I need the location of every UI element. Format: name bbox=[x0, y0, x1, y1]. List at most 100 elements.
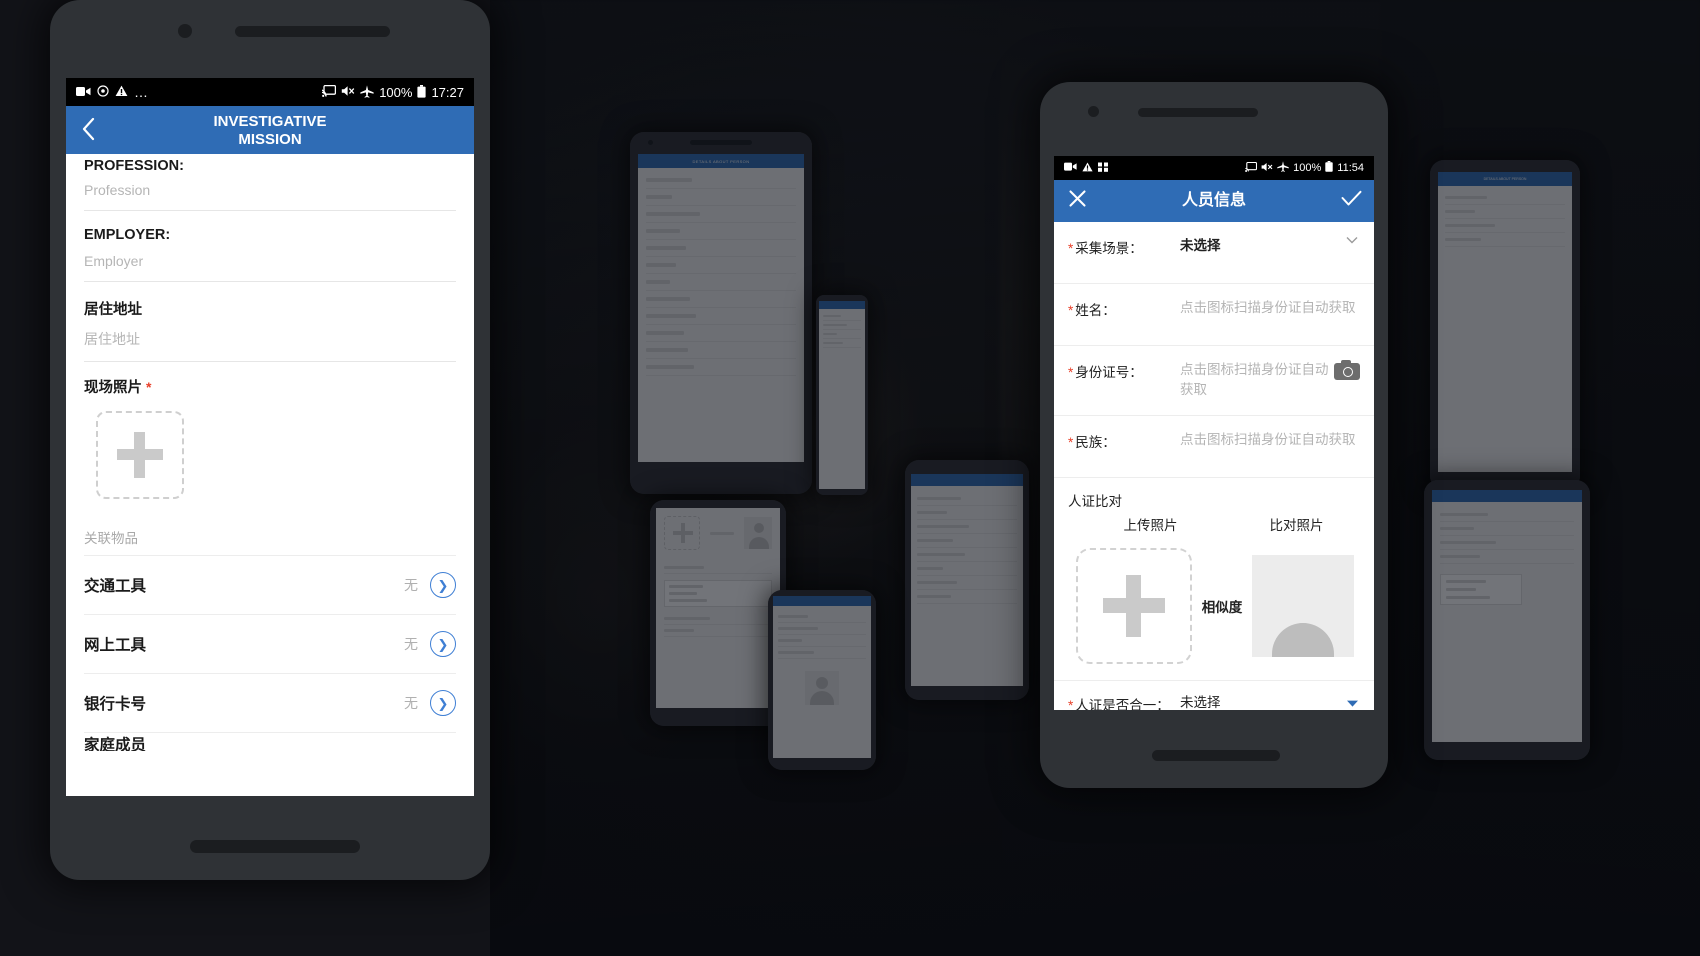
cast-icon bbox=[319, 84, 337, 99]
identity-match-value[interactable]: 未选择 bbox=[1180, 693, 1346, 710]
page-title: 人员信息 bbox=[1181, 191, 1246, 209]
chevron-down-icon[interactable] bbox=[1346, 236, 1360, 244]
field-ethnicity[interactable]: * 民族： 点击图标扫描身份证自动获取 bbox=[1054, 416, 1374, 478]
profession-input[interactable]: Profession bbox=[84, 174, 456, 211]
battery-percent-right: 100% bbox=[1293, 162, 1322, 174]
chevron-down-icon[interactable] bbox=[1346, 699, 1360, 708]
battery-percent-left: 100% bbox=[379, 84, 413, 100]
field-name[interactable]: * 姓名： 点击图标扫描身份证自动获取 bbox=[1054, 284, 1374, 346]
residence-address-input[interactable]: 居住地址 bbox=[84, 321, 456, 362]
collection-scene-label: * 采集场景： bbox=[1068, 241, 1143, 256]
chevron-right-circle-icon[interactable]: ❯ bbox=[430, 631, 456, 657]
back-button[interactable] bbox=[66, 117, 112, 145]
site-photo-section-label: 现场照片 * bbox=[84, 362, 456, 407]
name-label: * 姓名： bbox=[1068, 303, 1116, 318]
person-id-comparison-section: 人证比对 上传照片 比对照片 相似度 bbox=[1054, 478, 1374, 668]
left-status-bar: … 100% 17:27 bbox=[66, 78, 474, 106]
list-item-value: 无 bbox=[404, 695, 418, 711]
profession-label: PROFESSION: bbox=[84, 158, 184, 174]
clock-left: 17:27 bbox=[431, 84, 464, 100]
left-phone-screen: … 100% 17:27 INVESTIGATIVE MISSION PROFE… bbox=[66, 78, 474, 796]
phone-left-investigative-mission: … 100% 17:27 INVESTIGATIVE MISSION PROFE… bbox=[50, 0, 490, 880]
required-asterisk: * bbox=[146, 379, 152, 395]
ethnicity-input[interactable]: 点击图标扫描身份证自动获取 bbox=[1180, 430, 1360, 450]
right-form: * 采集场景： 未选择 * 姓名： 点击图标扫描身份证自动获取 * 身份证号： 点击图… bbox=[1054, 222, 1374, 710]
field-id-number[interactable]: * 身份证号： 点击图标扫描身份证自动获取 bbox=[1054, 346, 1374, 416]
name-input[interactable]: 点击图标扫描身份证自动获取 bbox=[1180, 298, 1360, 318]
page-title-line2: MISSION bbox=[238, 131, 302, 148]
warning-icon bbox=[115, 85, 128, 99]
page-title-line1: INVESTIGATIVE bbox=[213, 113, 327, 131]
list-item-online-tools[interactable]: 网上工具 无 ❯ bbox=[84, 615, 456, 674]
field-identity-match[interactable]: * 人证是否合一： 未选择 bbox=[1054, 679, 1374, 711]
similarity-label: 相似度 bbox=[1201, 599, 1243, 615]
airplane-icon bbox=[1277, 161, 1289, 175]
right-status-bar: 100% 11:54 bbox=[1054, 156, 1374, 180]
list-item-label: 银行卡号 bbox=[84, 696, 147, 713]
comparison-title: 人证比对 bbox=[1068, 493, 1122, 509]
mini-phone-photo-form bbox=[650, 500, 786, 726]
identity-match-label: * 人证是否合一： bbox=[1068, 693, 1180, 711]
mini-phone-list bbox=[816, 295, 868, 495]
upload-photo-header: 上传照片 bbox=[1123, 517, 1178, 533]
list-item-label: 网上工具 bbox=[84, 637, 147, 654]
warning-icon bbox=[1082, 162, 1093, 175]
ethnicity-label: * 民族： bbox=[1068, 434, 1116, 450]
field-collection-scene[interactable]: * 采集场景： 未选择 bbox=[1054, 222, 1374, 284]
list-item-family-members-partial[interactable]: 家庭成员 bbox=[84, 733, 456, 751]
chevron-right-circle-icon[interactable]: ❯ bbox=[430, 572, 456, 598]
battery-icon bbox=[1325, 161, 1333, 175]
chevron-left-icon bbox=[82, 117, 96, 145]
right-app-bar: 人员信息 bbox=[1054, 180, 1374, 222]
more-icon: … bbox=[134, 84, 149, 100]
field-profession-label-clipped: PROFESSION: bbox=[84, 154, 456, 174]
list-item-label: 交通工具 bbox=[84, 578, 147, 595]
residence-address-label: 居住地址 bbox=[84, 302, 142, 318]
collection-scene-value[interactable]: 未选择 bbox=[1180, 236, 1346, 256]
person-avatar-icon bbox=[1252, 555, 1354, 657]
mini-phone-details-about-person: DETAILS ABOUT PERSON bbox=[630, 132, 812, 494]
list-item-value: 无 bbox=[404, 636, 418, 652]
camera-icon[interactable] bbox=[1334, 360, 1360, 380]
left-app-bar: INVESTIGATIVE MISSION bbox=[66, 106, 474, 154]
id-number-input[interactable]: 点击图标扫描身份证自动获取 bbox=[1180, 360, 1330, 401]
page-title: INVESTIGATIVE MISSION bbox=[112, 113, 428, 148]
mini-phone-edge-right bbox=[1424, 480, 1590, 760]
compare-photo-thumbnail[interactable] bbox=[1252, 554, 1354, 657]
chevron-right-circle-icon[interactable]: ❯ bbox=[430, 690, 456, 716]
close-button[interactable] bbox=[1054, 189, 1100, 213]
upload-photo-button[interactable] bbox=[1076, 547, 1192, 664]
compare-photo-header: 比对照片 bbox=[1269, 517, 1324, 533]
required-asterisk: * bbox=[1068, 365, 1074, 380]
plus-icon bbox=[1103, 574, 1165, 637]
record-icon bbox=[97, 85, 109, 99]
earpiece-speaker bbox=[235, 26, 390, 37]
front-camera bbox=[1088, 106, 1099, 117]
site-photo-label: 现场照片 bbox=[84, 380, 142, 396]
battery-icon bbox=[417, 84, 427, 100]
mini-phone-form-tall bbox=[768, 590, 876, 770]
employer-input[interactable]: Employer bbox=[84, 245, 456, 282]
confirm-button[interactable] bbox=[1328, 190, 1374, 212]
home-indicator bbox=[1152, 750, 1280, 761]
front-camera bbox=[178, 24, 192, 38]
home-indicator bbox=[190, 840, 360, 853]
apps-icon bbox=[1098, 162, 1109, 175]
mini-phone-edge-left: DETAILS ABOUT PERSON bbox=[1430, 160, 1580, 490]
mute-icon bbox=[341, 85, 355, 99]
check-icon bbox=[1341, 190, 1362, 212]
right-phone-screen: 100% 11:54 人员信息 * 采集场景： 未选择 * 姓名： 点击图标扫描… bbox=[1054, 156, 1374, 710]
list-item-bank-card[interactable]: 银行卡号 无 ❯ bbox=[84, 674, 456, 733]
close-icon bbox=[1068, 189, 1087, 213]
cast-icon bbox=[1245, 161, 1258, 175]
list-item-label: 家庭成员 bbox=[84, 737, 147, 751]
field-residence-address[interactable]: 居住地址 居住地址 bbox=[84, 282, 456, 362]
earpiece-speaker bbox=[1138, 108, 1258, 117]
list-item-value: 无 bbox=[404, 577, 418, 593]
field-employer[interactable]: EMPLOYER: Employer bbox=[84, 211, 456, 282]
field-profession[interactable]: Profession bbox=[84, 174, 456, 211]
add-site-photo-button[interactable] bbox=[96, 411, 184, 499]
list-item-transport[interactable]: 交通工具 无 ❯ bbox=[84, 556, 456, 615]
required-asterisk: * bbox=[1068, 697, 1074, 711]
required-asterisk: * bbox=[1068, 241, 1074, 256]
